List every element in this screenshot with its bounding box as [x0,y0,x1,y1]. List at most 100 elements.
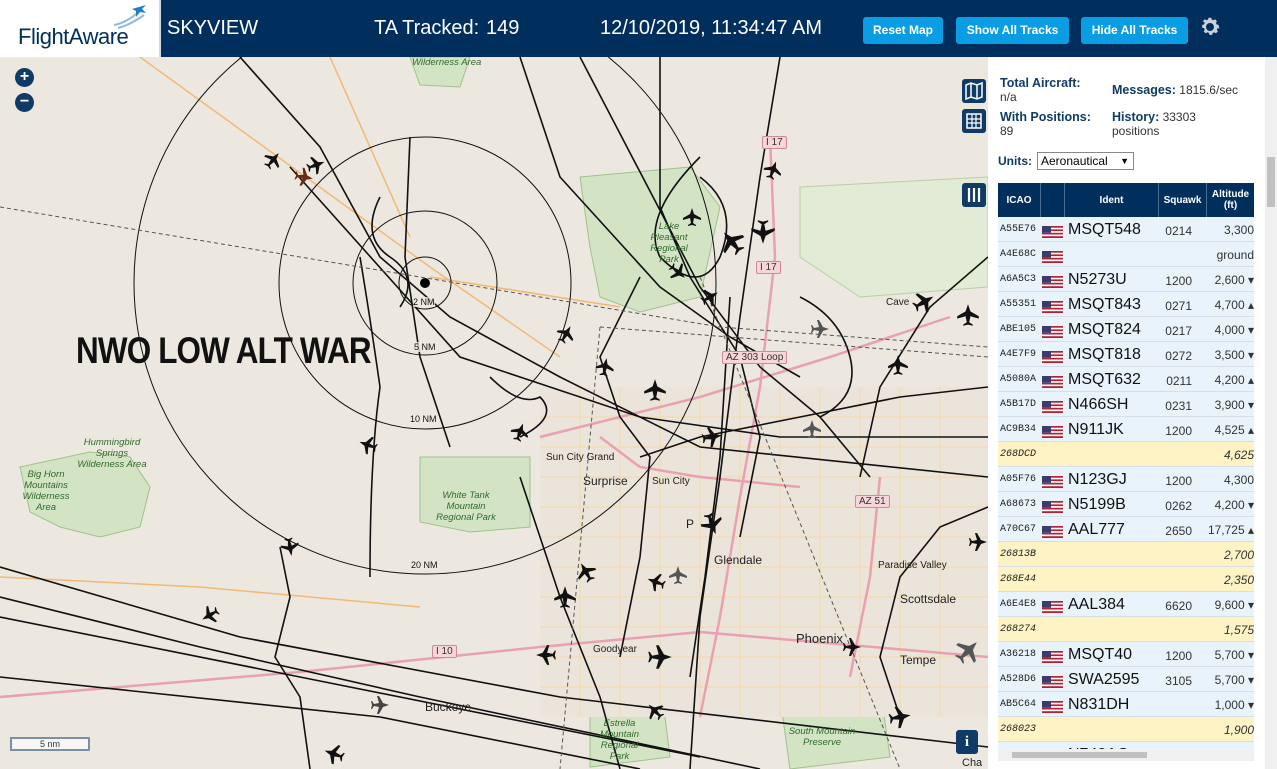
units-select[interactable]: Aeronautical ▼ [1037,152,1134,170]
table-row[interactable]: AC9B34 N911JK 1200 4,525 ▴ [998,417,1254,442]
cell-icao: A4E7F9 [1000,349,1037,360]
cell-squawk: 0211 [1166,374,1192,388]
grid-icon[interactable] [962,109,986,133]
zoom-out-button[interactable]: − [15,93,34,112]
map-label: Goodyear [593,644,637,655]
units-label: Units: [998,154,1032,168]
cell-icao: A4E68C [1000,249,1037,260]
cell-squawk: 0272 [1165,349,1192,363]
info-button[interactable]: i [956,730,978,754]
table-row[interactable]: A5B17D N466SH 0231 3,900 ▾ [998,392,1254,417]
cell-altitude: 4,625 [1223,448,1254,462]
gear-icon[interactable] [1198,15,1222,39]
cell-icao: A6A5C3 [1000,274,1037,285]
cell-ident: MSQT843 [1068,296,1141,313]
table-row[interactable]: ABE105 MSQT824 0217 4,000 ▾ [998,317,1254,342]
horizontal-scrollbar[interactable] [998,749,1254,761]
show-all-tracks-button[interactable]: Show All Tracks [956,17,1069,44]
table-row[interactable]: A6E4E8 AAL384 6620 9,600 ▾ [998,592,1254,617]
history-label: History: [1112,110,1160,124]
aircraft-icon [957,304,979,326]
cell-icao: A528D6 [1000,674,1037,685]
cell-altitude: 2,350 [1223,573,1254,587]
table-row[interactable]: 268E44 2,350 [998,567,1254,592]
cell-altitude: 4,200 ▴ [1214,373,1254,387]
table-row[interactable]: A70C67 AAL777 2650 17,725 ▴ [998,517,1254,542]
us-flag-icon [1042,425,1063,438]
receiver-marker [420,278,430,288]
col-flag[interactable] [1041,183,1065,217]
table-row[interactable]: A68673 N5199B 0262 4,200 ▾ [998,492,1254,517]
us-flag-icon [1042,275,1063,288]
highway-shield: I 17 [756,261,781,274]
cell-altitude: 5,700 ▾ [1214,648,1254,662]
scrollbar-thumb[interactable] [1267,157,1275,207]
map-label: Paradise Valley [878,560,947,571]
hide-all-tracks-button[interactable]: Hide All Tracks [1081,17,1188,44]
table-row[interactable]: A528D6 SWA2595 3105 5,700 ▾ [998,667,1254,692]
aircraft-icon [556,326,574,344]
cell-squawk: 0214 [1165,224,1192,238]
cell-squawk: 0271 [1165,299,1192,313]
cell-altitude: 2,600 ▾ [1214,273,1254,287]
cell-altitude: 1,575 [1223,623,1254,637]
table-header: ICAO Ident Squawk Altitude (ft) [998,183,1254,217]
map-label: Surprise [583,474,628,488]
cell-altitude: 1,900 [1223,723,1254,737]
col-squawk[interactable]: Squawk [1159,183,1207,217]
table-row[interactable]: 268DCD 4,625 [998,442,1254,467]
cell-altitude: 4,300 [1223,473,1254,487]
map-layers-icon[interactable] [962,79,986,103]
table-row[interactable]: A6A5C3 N5273U 1200 2,600 ▾ [998,267,1254,292]
col-altitude[interactable]: Altitude (ft) [1207,183,1254,217]
overlay-title: NWO LOW ALT WAR [76,330,372,371]
aircraft-icon [888,355,908,375]
table-row[interactable]: A36218 MSQT40 1200 5,700 ▾ [998,642,1254,667]
col-icao[interactable]: ICAO [998,183,1041,217]
cell-altitude: 2,700 [1223,548,1254,562]
with-positions-stat: With Positions: 89 [1000,110,1091,138]
table-row[interactable]: AB5C64 N831DH 1,000 ▾ [998,692,1254,717]
zoom-in-button[interactable]: + [15,68,34,87]
us-flag-icon [1042,525,1063,538]
table-row[interactable]: A4E7F9 MSQT818 0272 3,500 ▾ [998,342,1254,367]
app-name: SKYVIEW [167,17,259,39]
table-row[interactable]: 268274 1,575 [998,617,1254,642]
col-ident[interactable]: Ident [1065,183,1159,217]
highway-shield: AZ 303 Loop [722,351,788,364]
table-row[interactable]: A4E68C ground [998,242,1254,267]
columns-icon[interactable] [962,183,986,207]
cell-icao: 268274 [1000,624,1037,635]
cell-altitude: 4,700 ▴ [1214,298,1254,312]
table-row[interactable]: A05F76 N123GJ 1200 4,300 [998,467,1254,492]
table-row[interactable]: 268023 1,900 [998,717,1254,742]
aircraft-icon [306,156,325,175]
cell-altitude: 4,200 ▾ [1214,498,1254,512]
cell-squawk: 0262 [1165,499,1192,513]
table-row[interactable]: A55351 MSQT843 0271 4,700 ▴ [998,292,1254,317]
aircraft-icon [723,232,745,256]
aircraft-icon [371,696,389,714]
cell-squawk: 1200 [1165,474,1192,488]
aircraft-icon [595,358,614,377]
map-view[interactable]: Wilderness Area Hummingbird Springs Wild… [0,57,988,769]
reset-map-button[interactable]: Reset Map [863,17,943,44]
us-flag-icon [1042,375,1063,388]
cell-ident: AAL384 [1068,596,1125,613]
cell-ident: N466SH [1068,396,1129,413]
aircraft-panel: Total Aircraft: n/a Messages: 1815.6/sec… [988,57,1277,769]
table-row[interactable]: A5080A MSQT632 0211 4,200 ▴ [998,367,1254,392]
table-row[interactable]: 26813B 2,700 [998,542,1254,567]
scrollbar-thumb[interactable] [1012,752,1147,758]
cell-ident: MSQT548 [1068,221,1141,238]
cell-squawk: 3105 [1165,674,1192,688]
cell-icao: A6E4E8 [1000,599,1037,610]
ta-tracked-label: TA Tracked: [374,17,480,39]
cell-altitude: 3,500 ▾ [1214,348,1254,362]
highway-shield: AZ 51 [855,495,890,508]
us-flag-icon [1042,675,1063,688]
map-label: Wilderness Area [412,57,482,68]
table-row[interactable]: A9F28DN740AC167124,975 [998,742,1254,749]
flightaware-logo[interactable]: FlightAware [0,0,161,57]
table-row[interactable]: A55E76 MSQT548 0214 3,300 [998,217,1254,242]
